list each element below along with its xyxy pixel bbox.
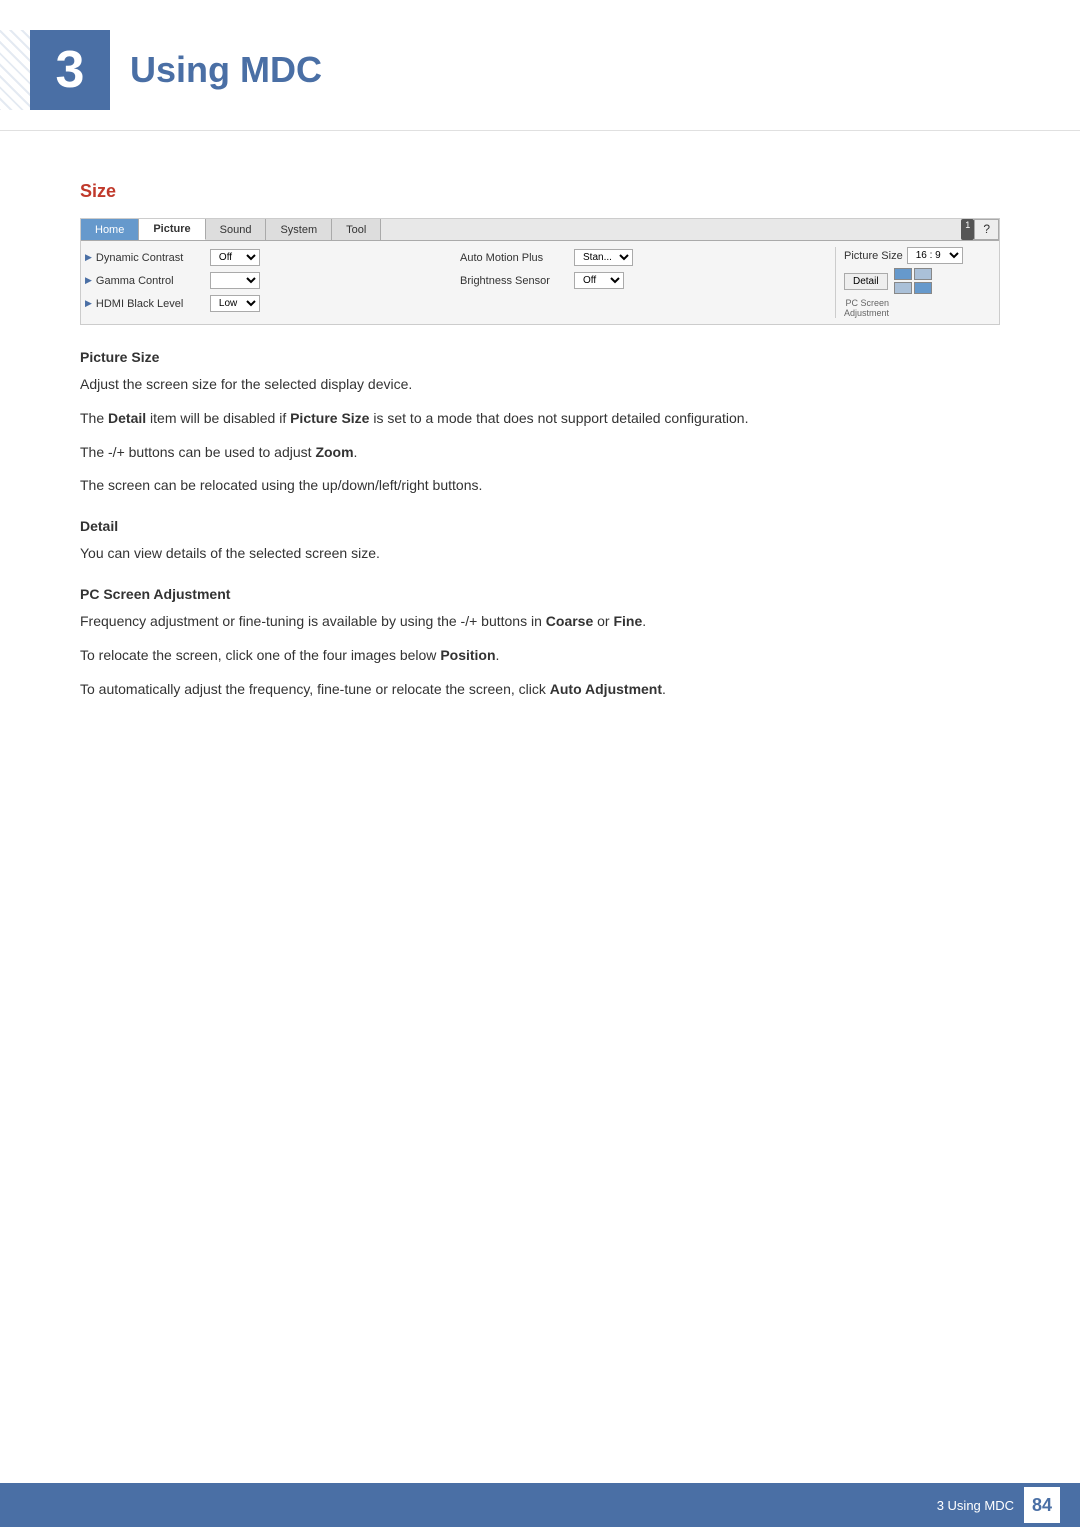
footer-text: 3 Using MDC [937,1498,1014,1513]
gamma-control-select[interactable] [210,272,260,289]
chapter-title: Using MDC [130,49,322,91]
auto-adjustment-bold: Auto Adjustment [550,681,662,697]
dynamic-contrast-select[interactable]: Off [210,249,260,266]
picture-size-p1: Adjust the screen size for the selected … [80,373,1000,397]
pc-screen-p2: To relocate the screen, click one of the… [80,644,1000,668]
preview-row-top [894,268,932,280]
ui-screenshot: Home Picture Sound System Tool 1 ? ▶ [80,218,1000,325]
ui-badge: 1 [961,219,974,240]
help-button[interactable]: ? [974,219,999,240]
main-content: Size Home Picture Sound System Tool 1 ? [0,131,1080,751]
ui-right-panel: Picture Size 16 : 9 Detail [835,247,995,318]
preview-box [894,268,932,294]
ui-row-dynamic-contrast: ▶ Dynamic Contrast Off [85,247,454,268]
detail-p1: You can view details of the selected scr… [80,542,1000,566]
auto-motion-select[interactable]: Stan... [574,249,633,266]
pc-screen-p1: Frequency adjustment or fine-tuning is a… [80,610,1000,634]
ui-row-brightness: Brightness Sensor Off [460,270,829,291]
ui-row-hdmi-black: ▶ HDMI Black Level Low [85,293,454,314]
chapter-header: 3 Using MDC [0,0,1080,131]
coarse-bold: Coarse [546,613,593,629]
pc-screen-label: PC ScreenAdjustment [844,298,889,318]
picture-size-p3: The -/+ buttons can be used to adjust Zo… [80,441,1000,465]
tab-tool[interactable]: Tool [332,219,381,240]
detail-bold: Detail [108,410,146,426]
hdmi-black-select[interactable]: Low [210,295,260,312]
hdmi-black-label: HDMI Black Level [96,298,206,310]
preview-row-bottom [894,282,932,294]
tab-sound[interactable]: Sound [206,219,267,240]
arrow-icon-2: ▶ [85,275,92,286]
pc-screen-p3: To automatically adjust the frequency, f… [80,678,1000,702]
brightness-sensor-label: Brightness Sensor [460,275,570,287]
preview-cell-tr [914,268,932,280]
auto-motion-label: Auto Motion Plus [460,252,570,264]
arrow-icon-1: ▶ [85,252,92,263]
picture-size-row: Picture Size 16 : 9 [844,247,963,264]
brightness-sensor-select[interactable]: Off [574,272,624,289]
picture-size-bold: Picture Size [290,410,369,426]
pc-screen-adjustment-heading: PC Screen Adjustment [80,586,1000,602]
section-heading: Size [80,181,1000,202]
preview-cell-tl [894,268,912,280]
position-bold: Position [440,647,495,663]
ui-content-area: ▶ Dynamic Contrast Off ▶ Gamma Control ▶… [81,241,999,324]
dynamic-contrast-label: Dynamic Contrast [96,252,206,264]
picture-size-p2: The Detail item will be disabled if Pict… [80,407,1000,431]
picture-size-label: Picture Size [844,250,903,262]
ui-left-panel: ▶ Dynamic Contrast Off ▶ Gamma Control ▶… [85,247,454,318]
tab-picture[interactable]: Picture [139,219,205,240]
preview-cell-br [914,282,932,294]
gamma-control-label: Gamma Control [96,275,206,287]
arrow-icon-3: ▶ [85,298,92,309]
tab-system[interactable]: System [266,219,332,240]
detail-heading: Detail [80,518,1000,534]
ui-row-gamma-control: ▶ Gamma Control [85,270,454,291]
ui-tabs: Home Picture Sound System Tool 1 ? [81,219,999,241]
chapter-number: 3 [30,30,110,110]
ui-middle-panel: Auto Motion Plus Stan... Brightness Sens… [460,247,829,318]
tab-home[interactable]: Home [81,219,139,240]
ui-row-auto-motion: Auto Motion Plus Stan... [460,247,829,268]
fine-bold: Fine [613,613,642,629]
picture-size-p4: The screen can be relocated using the up… [80,474,1000,498]
page-footer: 3 Using MDC 84 [0,1483,1080,1527]
zoom-bold: Zoom [315,444,353,460]
page-number: 84 [1024,1487,1060,1523]
picture-size-heading: Picture Size [80,349,1000,365]
preview-cell-bl [894,282,912,294]
detail-button[interactable]: Detail [844,273,888,290]
picture-size-select[interactable]: 16 : 9 [907,247,963,264]
